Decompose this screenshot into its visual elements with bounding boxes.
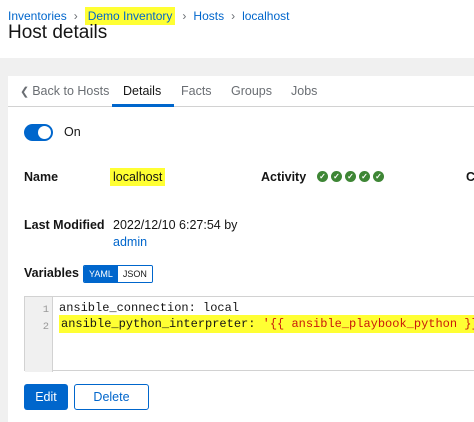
code-key: ansible_python_interpreter: [61, 317, 263, 331]
breadcrumb-separator-icon: › [73, 9, 78, 23]
breadcrumb-separator-icon: › [182, 9, 187, 23]
json-toggle-button[interactable]: JSON [117, 266, 152, 282]
code-line-highlight: ansible_python_interpreter: '{{ ansible_… [59, 315, 474, 333]
tab-back-label: Back to Hosts [32, 84, 110, 98]
job-success-icon[interactable]: ✓ [345, 171, 356, 182]
code-key: ansible_connection: [59, 301, 204, 315]
last-modified-label: Last Modified [24, 218, 105, 232]
breadcrumb-inventories[interactable]: Inventories [8, 9, 67, 23]
variables-label: Variables [24, 266, 79, 280]
breadcrumb-localhost[interactable]: localhost [242, 9, 289, 23]
tab-bar: ❮ Back to Hosts Details Facts Groups Jobs [8, 76, 474, 107]
enabled-toggle[interactable] [24, 124, 53, 141]
last-modified-value: 2022/12/10 6:27:54 by [113, 218, 238, 232]
active-tab-indicator [112, 104, 174, 107]
line-number: 1 [42, 304, 49, 316]
name-value: localhost [110, 168, 166, 186]
variables-code-editor[interactable]: 1 2 ansible_connection: local ansible_py… [24, 296, 474, 372]
tab-jobs[interactable]: Jobs [291, 84, 317, 98]
tab-details[interactable]: Details [123, 84, 161, 98]
tab-facts[interactable]: Facts [181, 84, 212, 98]
toggle-knob [38, 126, 51, 139]
job-success-icon[interactable]: ✓ [317, 171, 328, 182]
job-success-icon[interactable]: ✓ [359, 171, 370, 182]
enabled-toggle-label: On [64, 125, 81, 139]
chevron-left-icon: ❮ [20, 86, 30, 98]
line-number-gutter: 1 2 [25, 297, 53, 372]
line-number: 2 [42, 321, 49, 333]
code-line: ansible_connection: local [59, 301, 239, 315]
tab-groups[interactable]: Groups [231, 84, 272, 98]
name-label: Name [24, 170, 59, 184]
tab-back-to-hosts[interactable]: ❮ Back to Hosts [20, 84, 109, 98]
job-success-icon[interactable]: ✓ [373, 171, 384, 182]
code-value: '{{ ansible_playbook_python }}' [262, 317, 474, 331]
breadcrumb-separator-icon: › [231, 9, 236, 23]
host-details-card: ❮ Back to Hosts Details Facts Groups Jobs… [8, 76, 474, 422]
job-success-icon[interactable]: ✓ [331, 171, 342, 182]
page-header: Inventories › Demo Inventory › Hosts › l… [0, 0, 474, 58]
variables-format-toggle: YAML JSON [83, 265, 153, 283]
code-value: local [203, 301, 240, 315]
page-title: Host details [8, 22, 108, 43]
last-modified-user-link[interactable]: admin [113, 235, 147, 249]
activity-label: Activity [261, 170, 307, 184]
delete-button[interactable]: Delete [74, 384, 149, 410]
yaml-toggle-button[interactable]: YAML [84, 266, 118, 282]
breadcrumb-hosts[interactable]: Hosts [193, 9, 224, 23]
clipped-detail-label: C [466, 170, 474, 184]
code-line: ansible_python_interpreter: '{{ ansible_… [59, 315, 474, 333]
activity-indicators: ✓ ✓ ✓ ✓ ✓ [317, 171, 384, 182]
edit-button[interactable]: Edit [24, 384, 68, 410]
